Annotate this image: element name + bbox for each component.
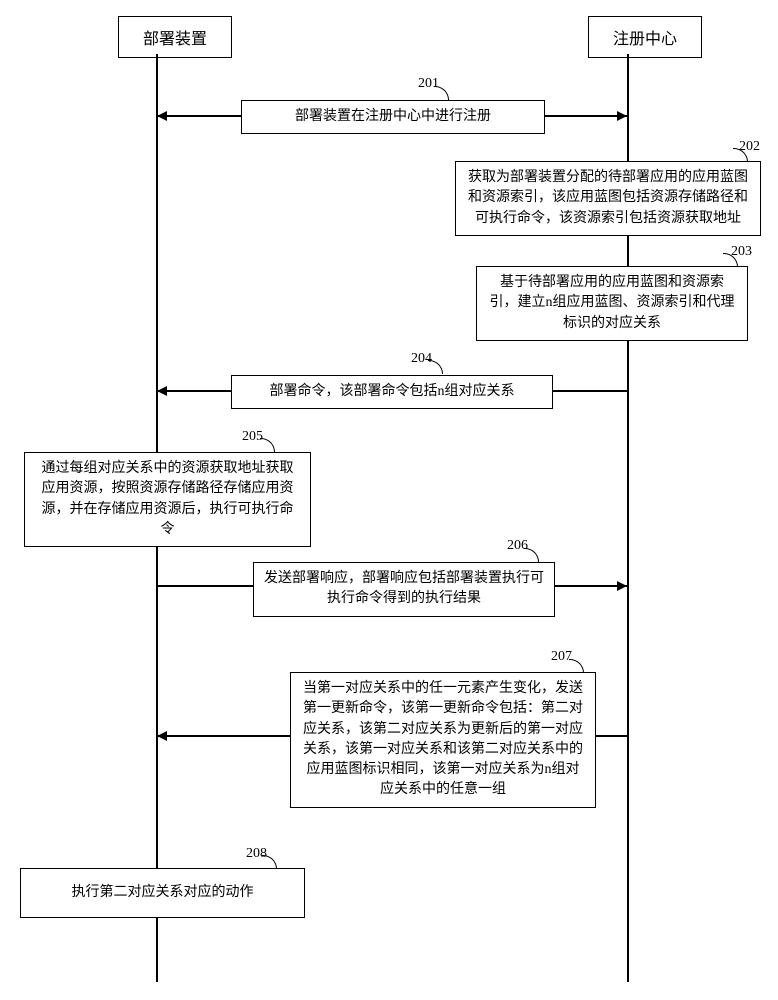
arrow-207-left — [157, 735, 290, 737]
step-207-text: 当第一对应关系中的任一元素产生变化，发送第一更新命令，该第一更新命令包括：第二对… — [303, 681, 583, 797]
step-203-text: 基于待部署应用的应用蓝图和资源索引，建立n组应用蓝图、资源索引和代理标识的对应关… — [490, 275, 735, 331]
step-206-text: 发送部署响应，部署响应包括部署装置执行可执行命令得到的执行结果 — [264, 571, 544, 606]
step-201-box: 部署装置在注册中心中进行注册 — [241, 100, 545, 134]
step-204-box: 部署命令，该部署命令包括n组对应关系 — [231, 375, 553, 409]
step-208-box: 执行第二对应关系对应的动作 — [20, 868, 305, 918]
step-206-box: 发送部署响应，部署响应包括部署装置执行可执行命令得到的执行结果 — [253, 562, 555, 617]
arrow-204-left — [157, 390, 231, 392]
arrow-204-left-head — [157, 386, 167, 396]
arrow-206-left — [157, 585, 253, 587]
step-204-text: 部署命令，该部署命令包括n组对应关系 — [270, 384, 515, 399]
step-202-box: 获取为部署装置分配的待部署应用的应用蓝图和资源索引，该应用蓝图包括资源存储路径和… — [455, 161, 761, 236]
arrow-207-right — [596, 735, 627, 737]
actor-left-label: 部署装置 — [143, 31, 207, 48]
actor-registry-center: 注册中心 — [588, 16, 702, 58]
step-205-curve — [260, 438, 275, 452]
arrow-201-left-head — [157, 111, 167, 121]
step-205-text: 通过每组对应关系中的资源获取地址获取应用资源，按照资源存储路径存储应用资源，并在… — [42, 461, 294, 537]
step-205-box: 通过每组对应关系中的资源获取地址获取应用资源，按照资源存储路径存储应用资源，并在… — [24, 452, 311, 547]
step-202-text: 获取为部署装置分配的待部署应用的应用蓝图和资源索引，该应用蓝图包括资源存储路径和… — [468, 170, 748, 226]
arrow-207-left-head — [157, 731, 167, 741]
step-201-text: 部署装置在注册中心中进行注册 — [295, 109, 491, 124]
step-207-curve — [569, 659, 584, 673]
step-206-curve — [524, 548, 539, 562]
step-208-curve — [262, 855, 277, 869]
actor-deploy-device: 部署装置 — [118, 16, 232, 58]
step-207-box: 当第一对应关系中的任一元素产生变化，发送第一更新命令，该第一更新命令包括：第二对… — [290, 672, 596, 808]
arrow-201-right-head — [617, 111, 627, 121]
step-203-box: 基于待部署应用的应用蓝图和资源索引，建立n组应用蓝图、资源索引和代理标识的对应关… — [476, 266, 748, 341]
arrow-204-right — [553, 390, 627, 392]
arrow-201-right — [545, 115, 627, 117]
arrow-201-left — [157, 115, 241, 117]
step-208-text: 执行第二对应关系对应的动作 — [72, 885, 254, 900]
step-201-curve — [434, 86, 449, 100]
actor-right-label: 注册中心 — [613, 31, 677, 48]
step-204-curve — [428, 360, 443, 374]
arrow-206-right-head — [617, 581, 627, 591]
